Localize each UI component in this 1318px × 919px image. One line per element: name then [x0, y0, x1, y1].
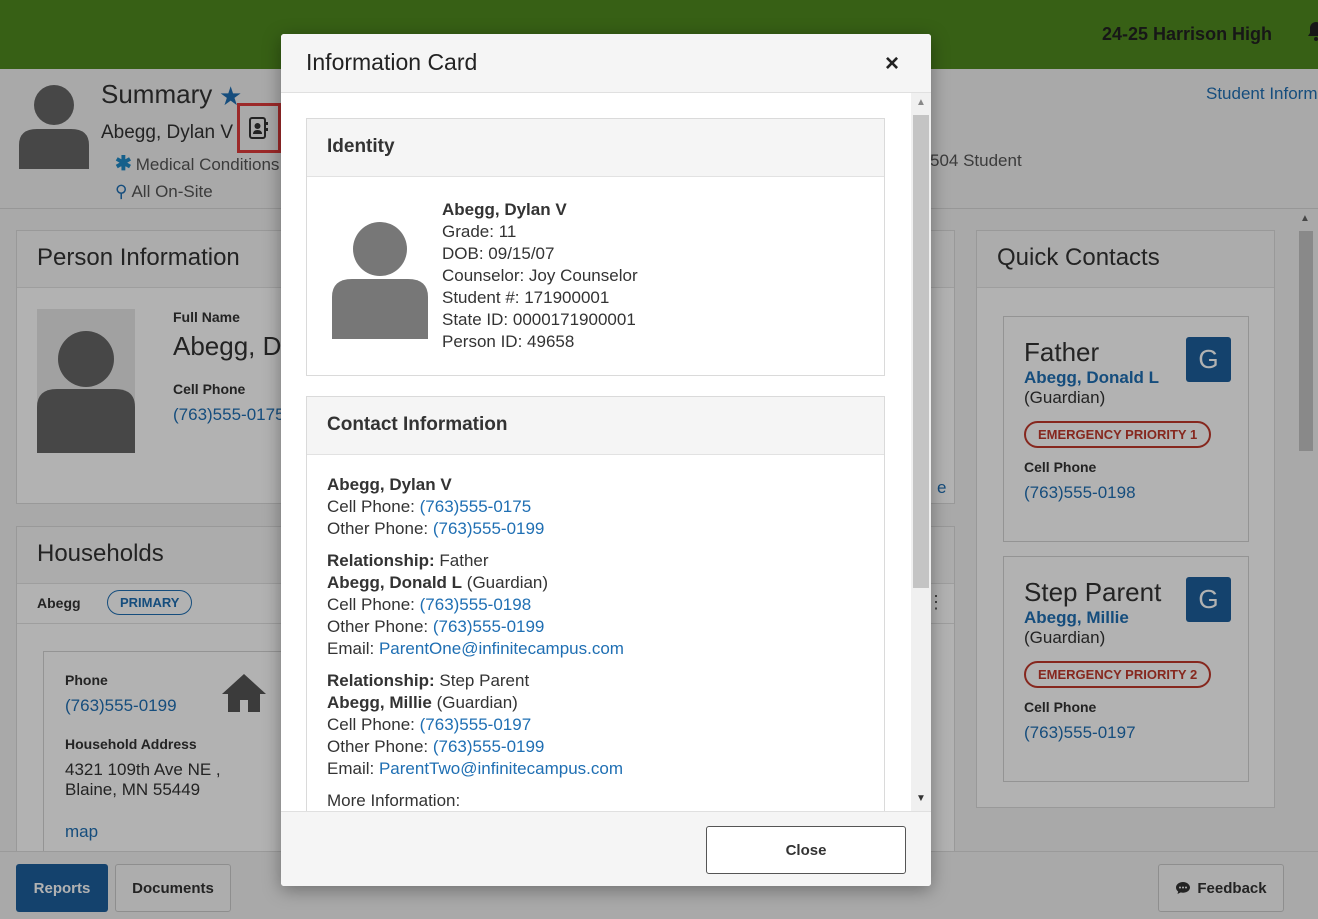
- modal-body: Identity Abegg, Dylan V Grade: 11 DOB: 0…: [281, 93, 911, 811]
- modal-footer: Close: [281, 811, 931, 886]
- identity-person-id: Person ID: 49658: [442, 332, 575, 351]
- guardian-name: Abegg, Millie: [327, 693, 432, 712]
- modal-scrollbar[interactable]: ▲ ▼: [911, 93, 931, 811]
- guardian-other-phone-link[interactable]: (763)555-0199: [433, 617, 545, 636]
- guardian-email-link[interactable]: ParentTwo@infinitecampus.com: [379, 759, 623, 778]
- close-button[interactable]: Close: [706, 826, 906, 874]
- identity-section: Identity Abegg, Dylan V Grade: 11 DOB: 0…: [306, 118, 885, 376]
- identity-counselor: Counselor: Joy Counselor: [442, 266, 638, 285]
- scroll-up-icon[interactable]: ▲: [916, 97, 926, 108]
- guardian-contact-block: Relationship: Father Abegg, Donald L (Gu…: [327, 551, 624, 658]
- identity-grade: Grade: 11: [442, 222, 517, 241]
- close-icon[interactable]: ×: [885, 50, 899, 78]
- guardian-name: Abegg, Donald L: [327, 573, 463, 592]
- identity-state-id: State ID: 0000171900001: [442, 310, 636, 329]
- more-information-label: More Information:: [327, 791, 461, 810]
- guardian-relationship: Father: [439, 551, 489, 570]
- scrollbar-thumb[interactable]: [913, 115, 929, 588]
- guardian-email-link[interactable]: ParentOne@infinitecampus.com: [379, 639, 624, 658]
- student-contact-block: Abegg, Dylan V Cell Phone: (763)555-0175…: [327, 475, 545, 538]
- guardian-contact-block: Relationship: Step Parent Abegg, Millie …: [327, 671, 623, 778]
- modal-title: Information Card: [306, 49, 478, 75]
- information-card-modal: Information Card × Identity Abegg, Dylan…: [281, 34, 931, 886]
- contact-info: Abegg, Dylan V Cell Phone: (763)555-0175…: [327, 474, 867, 811]
- identity-dob: DOB: 09/15/07: [442, 244, 555, 263]
- identity-info: Abegg, Dylan V Grade: 11 DOB: 09/15/07 C…: [442, 199, 638, 353]
- student-other-phone-link[interactable]: (763)555-0199: [433, 519, 545, 538]
- contact-information-section: Contact Information Abegg, Dylan V Cell …: [306, 396, 885, 811]
- student-contact-name: Abegg, Dylan V: [327, 475, 452, 494]
- guardian-other-phone-link[interactable]: (763)555-0199: [433, 737, 545, 756]
- guardian-relationship: Step Parent: [439, 671, 530, 690]
- guardian-cell-link[interactable]: (763)555-0198: [420, 595, 532, 614]
- student-cell-link[interactable]: (763)555-0175: [420, 497, 532, 516]
- identity-avatar: [332, 222, 428, 339]
- section-title: Contact Information: [307, 397, 884, 455]
- section-title: Identity: [307, 119, 884, 177]
- modal-header: Information Card ×: [281, 34, 931, 93]
- scroll-down-icon[interactable]: ▼: [916, 793, 926, 804]
- identity-name: Abegg, Dylan V: [442, 200, 567, 219]
- guardian-cell-link[interactable]: (763)555-0197: [420, 715, 532, 734]
- identity-student-number: Student #: 171900001: [442, 288, 610, 307]
